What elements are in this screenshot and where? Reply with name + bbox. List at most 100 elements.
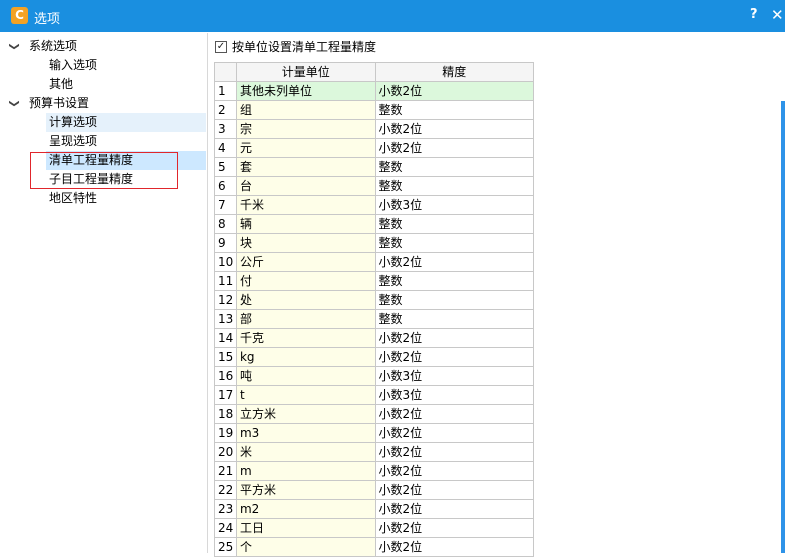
table-row[interactable]: 1 其他未列单位 小数2位 bbox=[215, 82, 534, 101]
precision-cell[interactable]: 小数2位 bbox=[375, 424, 534, 443]
column-header-unit[interactable]: 计量单位 bbox=[236, 63, 376, 82]
unit-cell[interactable]: 个 bbox=[236, 538, 376, 557]
unit-cell[interactable]: 辆 bbox=[236, 215, 376, 234]
unit-cell[interactable]: 付 bbox=[236, 272, 376, 291]
chevron-down-icon[interactable]: ❯ bbox=[5, 99, 24, 107]
table-row[interactable]: 14 千克 小数2位 bbox=[215, 329, 534, 348]
tree-section-system-options[interactable]: ❯ 系统选项 bbox=[8, 37, 198, 56]
table-row[interactable]: 20 米小数2位 bbox=[215, 443, 534, 462]
table-row[interactable]: 13 部整数 bbox=[215, 310, 534, 329]
table-row[interactable]: 3 宗小数2位 bbox=[215, 120, 534, 139]
table-row[interactable]: 10 公斤 小数2位 bbox=[215, 253, 534, 272]
unit-cell[interactable]: 块 bbox=[236, 234, 376, 253]
row-index-cell: 20 bbox=[215, 443, 237, 462]
precision-cell[interactable]: 整数 bbox=[375, 177, 534, 196]
precision-cell[interactable]: 小数2位 bbox=[375, 519, 534, 538]
column-header-precision[interactable]: 精度 bbox=[375, 63, 534, 82]
unit-cell[interactable]: 组 bbox=[236, 101, 376, 120]
precision-cell[interactable]: 小数2位 bbox=[375, 139, 534, 158]
unit-cell[interactable]: kg bbox=[236, 348, 376, 367]
precision-cell[interactable]: 小数3位 bbox=[375, 196, 534, 215]
table-row[interactable]: 4 元小数2位 bbox=[215, 139, 534, 158]
table-row[interactable]: 8 辆整数 bbox=[215, 215, 534, 234]
tree-section-budget-settings[interactable]: ❯ 预算书设置 bbox=[8, 94, 198, 113]
row-index-cell: 10 bbox=[215, 253, 237, 272]
table-row[interactable]: 9 块整数 bbox=[215, 234, 534, 253]
precision-cell[interactable]: 小数3位 bbox=[375, 386, 534, 405]
table-row[interactable]: 12 处整数 bbox=[215, 291, 534, 310]
precision-cell[interactable]: 小数2位 bbox=[375, 82, 534, 101]
precision-cell[interactable]: 整数 bbox=[375, 272, 534, 291]
precision-cell[interactable]: 整数 bbox=[375, 215, 534, 234]
precision-cell[interactable]: 小数2位 bbox=[375, 538, 534, 557]
precision-cell[interactable]: 小数2位 bbox=[375, 481, 534, 500]
precision-cell[interactable]: 小数2位 bbox=[375, 348, 534, 367]
table-row[interactable]: 6 台整数 bbox=[215, 177, 534, 196]
precision-cell[interactable]: 小数3位 bbox=[375, 367, 534, 386]
unit-cell[interactable]: 元 bbox=[236, 139, 376, 158]
precision-cell[interactable]: 整数 bbox=[375, 234, 534, 253]
unit-cell[interactable]: 平方米 bbox=[236, 481, 376, 500]
table-row[interactable]: 17 t 小数3位 bbox=[215, 386, 534, 405]
table-row[interactable]: 2 组整数 bbox=[215, 101, 534, 120]
table-row[interactable]: 24 工日 小数2位 bbox=[215, 519, 534, 538]
unit-cell[interactable]: 米 bbox=[236, 443, 376, 462]
table-row[interactable]: 23 m2 小数2位 bbox=[215, 500, 534, 519]
tree-section-label: 预算书设置 bbox=[29, 96, 90, 110]
precision-cell[interactable]: 小数2位 bbox=[375, 405, 534, 424]
per-unit-precision-label: 按单位设置清单工程量精度 bbox=[232, 40, 377, 54]
precision-cell[interactable]: 整数 bbox=[375, 291, 534, 310]
table-row[interactable]: 15 kg 小数2位 bbox=[215, 348, 534, 367]
row-index-cell: 22 bbox=[215, 481, 237, 500]
precision-cell[interactable]: 小数2位 bbox=[375, 462, 534, 481]
precision-cell[interactable]: 小数2位 bbox=[375, 120, 534, 139]
unit-cell[interactable]: 套 bbox=[236, 158, 376, 177]
tree-section-label: 系统选项 bbox=[29, 39, 78, 53]
precision-cell[interactable]: 整数 bbox=[375, 310, 534, 329]
table-row[interactable]: 19 m3 小数2位 bbox=[215, 424, 534, 443]
table-row[interactable]: 25 个小数2位 bbox=[215, 538, 534, 557]
unit-cell[interactable]: 立方米 bbox=[236, 405, 376, 424]
table-row[interactable]: 18 立方米 小数2位 bbox=[215, 405, 534, 424]
unit-cell[interactable]: 公斤 bbox=[236, 253, 376, 272]
precision-cell[interactable]: 小数2位 bbox=[375, 329, 534, 348]
unit-cell[interactable]: 千米 bbox=[236, 196, 376, 215]
table-row[interactable]: 16 吨小数3位 bbox=[215, 367, 534, 386]
table-row[interactable]: 21 m 小数2位 bbox=[215, 462, 534, 481]
precision-cell[interactable]: 小数2位 bbox=[375, 253, 534, 272]
app-icon: C bbox=[11, 7, 28, 24]
unit-cell[interactable]: 千克 bbox=[236, 329, 376, 348]
table-row[interactable]: 22 平方米 小数2位 bbox=[215, 481, 534, 500]
tree-item-input-options[interactable]: 输入选项 bbox=[46, 56, 198, 75]
tree-item-display-options[interactable]: 呈现选项 bbox=[46, 132, 206, 151]
tree-item-other[interactable]: 其他 bbox=[46, 75, 198, 94]
row-index-cell: 15 bbox=[215, 348, 237, 367]
chevron-down-icon[interactable]: ❯ bbox=[5, 42, 24, 50]
tree-item-calc-options[interactable]: 计算选项 bbox=[46, 113, 206, 132]
unit-cell[interactable]: 部 bbox=[236, 310, 376, 329]
row-index-cell: 6 bbox=[215, 177, 237, 196]
unit-cell[interactable]: 其他未列单位 bbox=[236, 82, 376, 101]
precision-cell[interactable]: 整数 bbox=[375, 158, 534, 177]
scrollbar[interactable] bbox=[781, 101, 785, 553]
unit-cell[interactable]: 宗 bbox=[236, 120, 376, 139]
unit-cell[interactable]: 吨 bbox=[236, 367, 376, 386]
column-header-index bbox=[215, 63, 237, 82]
unit-cell[interactable]: 处 bbox=[236, 291, 376, 310]
tree-item-regional-features[interactable]: 地区特性 bbox=[46, 189, 206, 208]
table-row[interactable]: 7 千米 小数3位 bbox=[215, 196, 534, 215]
close-button[interactable]: ✕ bbox=[771, 6, 784, 24]
table-row[interactable]: 11 付整数 bbox=[215, 272, 534, 291]
per-unit-precision-checkbox[interactable]: ✓ bbox=[215, 41, 227, 53]
unit-cell[interactable]: 工日 bbox=[236, 519, 376, 538]
unit-cell[interactable]: m2 bbox=[236, 500, 376, 519]
unit-cell[interactable]: m bbox=[236, 462, 376, 481]
unit-cell[interactable]: t bbox=[236, 386, 376, 405]
precision-cell[interactable]: 整数 bbox=[375, 101, 534, 120]
unit-cell[interactable]: m3 bbox=[236, 424, 376, 443]
unit-cell[interactable]: 台 bbox=[236, 177, 376, 196]
table-row[interactable]: 5 套整数 bbox=[215, 158, 534, 177]
help-button[interactable]: ? bbox=[750, 7, 758, 22]
precision-cell[interactable]: 小数2位 bbox=[375, 500, 534, 519]
precision-cell[interactable]: 小数2位 bbox=[375, 443, 534, 462]
